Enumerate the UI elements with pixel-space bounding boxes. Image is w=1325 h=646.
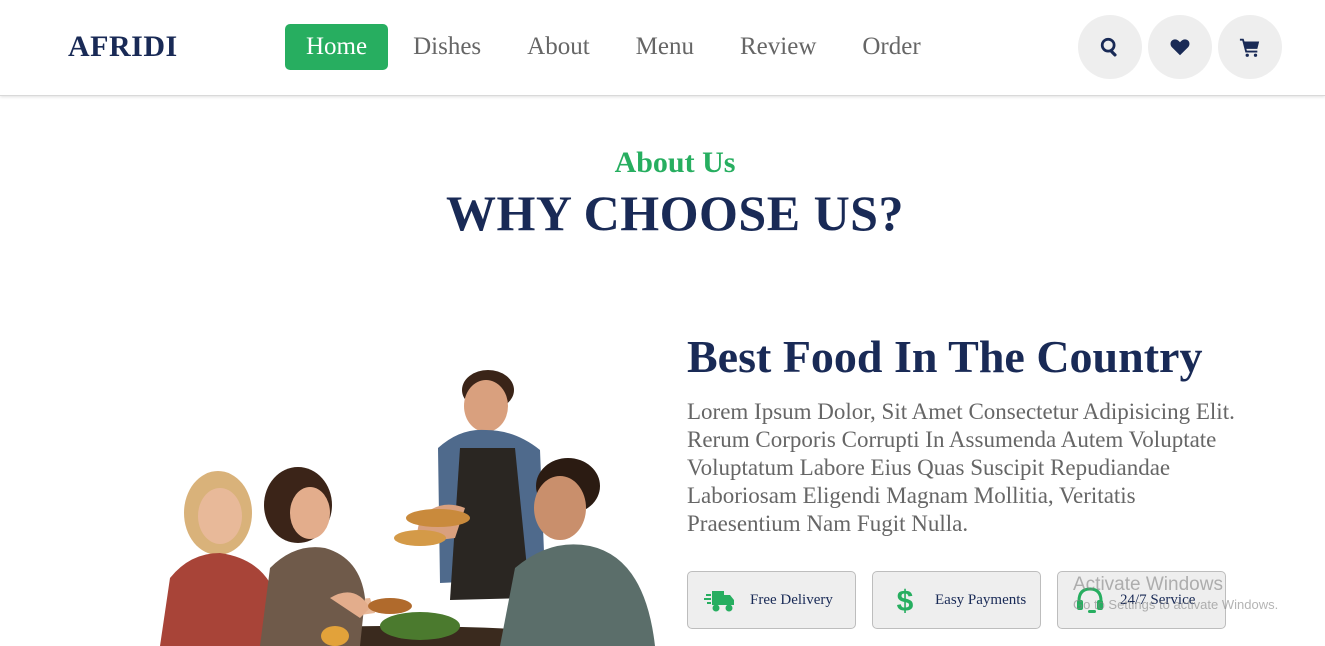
favorites-button[interactable] xyxy=(1148,15,1212,79)
watermark-line-1: Activate Windows xyxy=(1073,574,1223,595)
watermark-line-2: Go to Settings to activate Windows. xyxy=(1073,597,1279,612)
search-icon xyxy=(1100,37,1117,57)
nav-menu[interactable]: Menu xyxy=(615,24,715,70)
svg-text:$: $ xyxy=(897,586,914,614)
heart-icon xyxy=(1170,39,1190,56)
cart-icon xyxy=(1239,38,1260,57)
restaurant-photo xyxy=(160,370,655,646)
feature-label: Easy Payments xyxy=(935,591,1027,608)
cart-button[interactable] xyxy=(1218,15,1282,79)
main-nav: Home Dishes About Menu Review Order xyxy=(285,24,946,70)
logo[interactable]: AFRIDI xyxy=(68,30,178,64)
nav-dishes[interactable]: Dishes xyxy=(392,24,502,70)
search-button[interactable] xyxy=(1078,15,1142,79)
nav-home[interactable]: Home xyxy=(285,24,389,70)
nav-review[interactable]: Review xyxy=(719,24,837,70)
site-header: AFRIDI Home Dishes About Menu Review Ord… xyxy=(0,0,1325,96)
feature-free-delivery[interactable]: Free Delivery xyxy=(687,571,856,629)
content-text: Lorem Ipsum Dolor, Sit Amet Consectetur … xyxy=(687,399,1235,536)
feature-easy-payments[interactable]: $ Easy Payments xyxy=(872,571,1041,629)
header-icons xyxy=(1078,15,1282,79)
dollar-icon: $ xyxy=(897,586,914,614)
truck-icon xyxy=(704,591,734,612)
nav-about[interactable]: About xyxy=(506,24,611,70)
windows-activation-watermark: Activate Windows Go to Settings to activ… xyxy=(1073,574,1278,612)
content-title: Best Food In The Country xyxy=(687,331,1203,382)
section-heading: WHY CHOOSE US? xyxy=(445,185,904,241)
nav-order[interactable]: Order xyxy=(841,24,941,70)
section-subheading: About Us xyxy=(614,146,736,179)
feature-label: Free Delivery xyxy=(750,591,833,608)
